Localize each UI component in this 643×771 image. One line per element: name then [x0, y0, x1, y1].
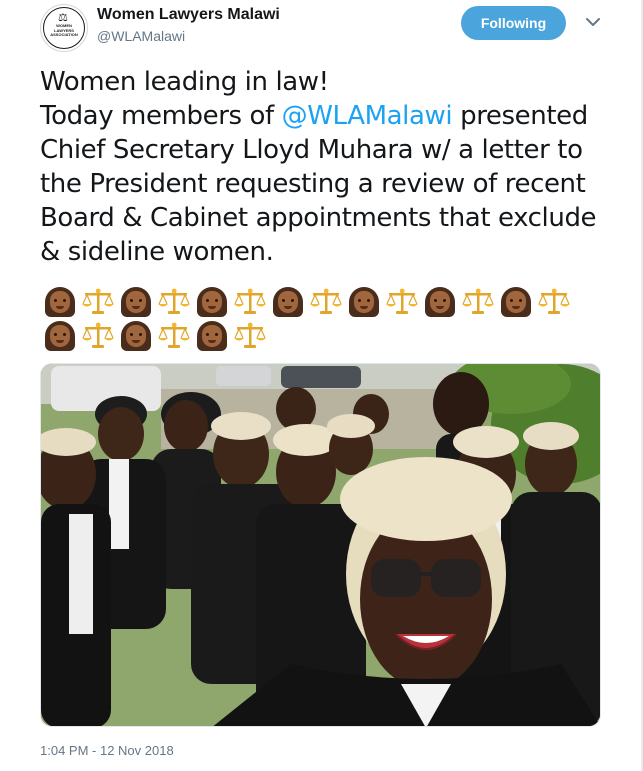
woman-emoji-icon — [118, 320, 154, 352]
woman-emoji-icon — [194, 286, 230, 318]
woman-emoji-icon — [270, 286, 306, 318]
chevron-down-icon[interactable] — [583, 12, 603, 32]
group-selfie-image — [41, 364, 600, 726]
scales-emoji-icon — [80, 286, 116, 318]
tweet-line-2-suffix: presented — [452, 101, 588, 131]
tweet-photo[interactable] — [40, 363, 601, 727]
scales-of-justice-icon: ⚖ — [58, 11, 68, 24]
avatar-logo-text: WOMEN LAWYERS ASSOCIATION — [50, 23, 78, 38]
woman-emoji-icon — [42, 320, 78, 352]
woman-emoji-icon — [42, 286, 78, 318]
scales-emoji-icon — [156, 320, 192, 352]
woman-emoji-icon — [422, 286, 458, 318]
emoji-row-1 — [42, 286, 572, 318]
following-button[interactable]: Following — [461, 6, 566, 40]
scales-emoji-icon — [232, 320, 268, 352]
tweet-text: Women leading in law! Today members of @… — [40, 65, 620, 269]
profile-avatar[interactable]: ⚖ WOMEN LAWYERS ASSOCIATION — [40, 4, 88, 52]
display-name[interactable]: Women Lawyers Malawi — [97, 6, 280, 24]
tweet-line-2: Today members of @WLAMalawi presented — [40, 99, 620, 133]
woman-emoji-icon — [194, 320, 230, 352]
scales-emoji-icon — [460, 286, 496, 318]
emoji-row-2 — [42, 320, 268, 352]
mention-link[interactable]: @WLAMalawi — [282, 101, 453, 131]
tweet-line-2-prefix: Today members of — [40, 101, 282, 131]
user-handle[interactable]: @WLAMalawi — [97, 28, 185, 44]
tweet-line-1: Women leading in law! — [40, 67, 329, 97]
tweet-body-rest: Chief Secretary Lloyd Muhara w/ a letter… — [40, 135, 597, 267]
woman-emoji-icon — [498, 286, 534, 318]
tweet-timestamp[interactable]: 1:04 PM - 12 Nov 2018 — [40, 743, 174, 758]
scales-emoji-icon — [308, 286, 344, 318]
woman-emoji-icon — [346, 286, 382, 318]
scales-emoji-icon — [80, 320, 116, 352]
woman-emoji-icon — [118, 286, 154, 318]
scales-emoji-icon — [384, 286, 420, 318]
scales-emoji-icon — [156, 286, 192, 318]
scales-emoji-icon — [232, 286, 268, 318]
scales-emoji-icon — [536, 286, 572, 318]
